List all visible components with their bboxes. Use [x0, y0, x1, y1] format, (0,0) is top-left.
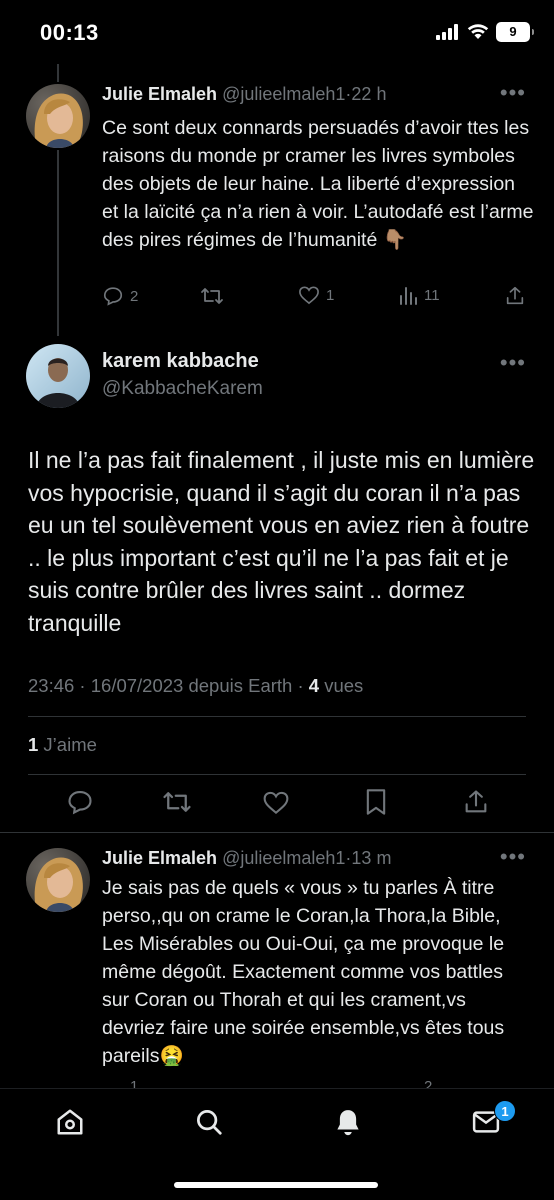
more-options-icon[interactable]: ••• — [500, 352, 526, 374]
views-label: vues — [319, 675, 364, 696]
avatar[interactable] — [26, 848, 90, 912]
heart-icon[interactable] — [262, 790, 290, 815]
tweet-time[interactable]: 22 h — [351, 84, 386, 104]
share-icon[interactable] — [462, 788, 490, 816]
home-indicator[interactable] — [174, 1182, 378, 1188]
thread-line — [57, 150, 59, 336]
thread-line — [57, 64, 59, 82]
author-handle[interactable]: @julieelmaleh1 — [222, 848, 345, 868]
reply-icon — [103, 287, 123, 306]
tweet-header: Julie Elmaleh @julieelmaleh1·13 m — [102, 848, 391, 869]
notifications-icon[interactable] — [333, 1107, 363, 1137]
reply-button[interactable]: 2 — [102, 285, 138, 307]
likes-label: J’aime — [38, 734, 97, 755]
status-time: 00:13 — [40, 20, 99, 45]
bookmark-icon[interactable] — [364, 788, 388, 816]
views-button[interactable]: 11 — [398, 285, 440, 305]
share-icon — [506, 286, 524, 305]
tweet-header: Julie Elmaleh @julieelmaleh1·22 h — [102, 84, 386, 105]
messages-badge: 1 — [494, 1100, 516, 1122]
more-options-icon[interactable]: ••• — [500, 82, 526, 104]
divider — [28, 716, 526, 717]
views-icon — [400, 287, 417, 305]
likes-summary[interactable]: 1 J’aime — [28, 734, 97, 756]
author-name[interactable]: karem kabbache — [102, 350, 259, 373]
status-bar: 00:13 9 — [0, 0, 554, 64]
author-handle[interactable]: @KabbacheKarem — [102, 378, 263, 400]
likes-count: 1 — [28, 734, 39, 755]
divider — [0, 832, 554, 833]
views-count: 4 — [308, 675, 320, 696]
heart-icon — [299, 286, 319, 305]
wifi-icon — [467, 24, 489, 39]
reply-icon[interactable] — [66, 788, 94, 816]
avatar[interactable] — [26, 344, 90, 408]
reply-count: 2 — [130, 287, 139, 305]
share-button[interactable] — [504, 285, 532, 307]
like-button[interactable]: 1 — [298, 285, 334, 305]
main-tweet-actions — [0, 788, 554, 822]
retweet-icon[interactable] — [162, 788, 192, 816]
home-icon[interactable] — [55, 1107, 85, 1137]
battery-icon: 9 — [496, 22, 534, 42]
search-icon[interactable] — [194, 1107, 224, 1137]
like-count: 1 — [326, 286, 335, 304]
tweet-metadata: 23:46 · 16/07/2023 depuis Earth · 4 vues — [28, 675, 363, 697]
avatar[interactable] — [26, 84, 90, 148]
author-name[interactable]: Julie Elmaleh — [102, 84, 217, 104]
retweet-icon — [201, 288, 223, 304]
tweet-text: Ce sont deux connards persuadés d’avoir … — [102, 117, 534, 251]
tweet-timestamp[interactable]: 23:46 · 16/07/2023 depuis Earth · — [28, 675, 309, 696]
retweet-button[interactable] — [200, 285, 230, 307]
tweet-time[interactable]: 13 m — [351, 848, 391, 868]
author-handle[interactable]: @julieelmaleh1 — [222, 84, 345, 104]
divider — [28, 774, 526, 775]
author-name[interactable]: Julie Elmaleh — [102, 848, 217, 868]
tweet-actions: 2 1 11 — [102, 285, 532, 313]
tweet-text: Il ne l’a pas fait finalement , il juste… — [28, 447, 535, 636]
more-options-icon[interactable]: ••• — [500, 846, 526, 868]
views-count: 11 — [424, 286, 440, 304]
tweet-text: Je sais pas de quels « vous » tu parles … — [102, 877, 505, 1067]
cellular-signal-icon — [436, 24, 458, 40]
